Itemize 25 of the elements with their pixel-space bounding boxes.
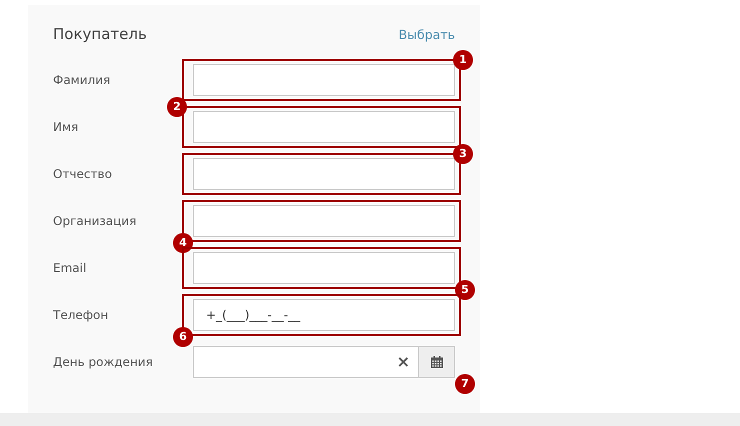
callout-badge: 5 bbox=[455, 280, 475, 300]
callout-badge: 1 bbox=[453, 50, 473, 70]
callout-badge: 2 bbox=[167, 96, 187, 116]
field-label: Email bbox=[53, 260, 88, 274]
field-label: Фамилия bbox=[53, 72, 112, 86]
date-field[interactable]: × bbox=[193, 346, 418, 378]
input-field[interactable] bbox=[193, 252, 455, 284]
callout-badge: 3 bbox=[453, 144, 473, 164]
field-label: Телефон bbox=[53, 308, 110, 322]
input-field[interactable] bbox=[193, 64, 455, 96]
callout-badge: 7 bbox=[455, 374, 475, 394]
field-label: Отчество bbox=[53, 166, 113, 180]
callout-badge: 6 bbox=[173, 326, 193, 346]
section-title: Покупатель bbox=[53, 25, 147, 43]
input-field[interactable] bbox=[193, 204, 455, 236]
calendar-icon bbox=[430, 356, 442, 368]
field-label: День рождения bbox=[53, 354, 154, 368]
input-field[interactable] bbox=[193, 110, 455, 142]
field-label: Организация bbox=[53, 214, 138, 228]
calendar-button[interactable] bbox=[418, 346, 455, 378]
clear-button[interactable]: × bbox=[396, 352, 410, 371]
input-field[interactable] bbox=[193, 158, 455, 190]
callout-badge: 4 bbox=[173, 232, 193, 252]
input-field[interactable]: +_(___)___-__-__ bbox=[193, 298, 455, 330]
field-label: Имя bbox=[53, 120, 80, 134]
